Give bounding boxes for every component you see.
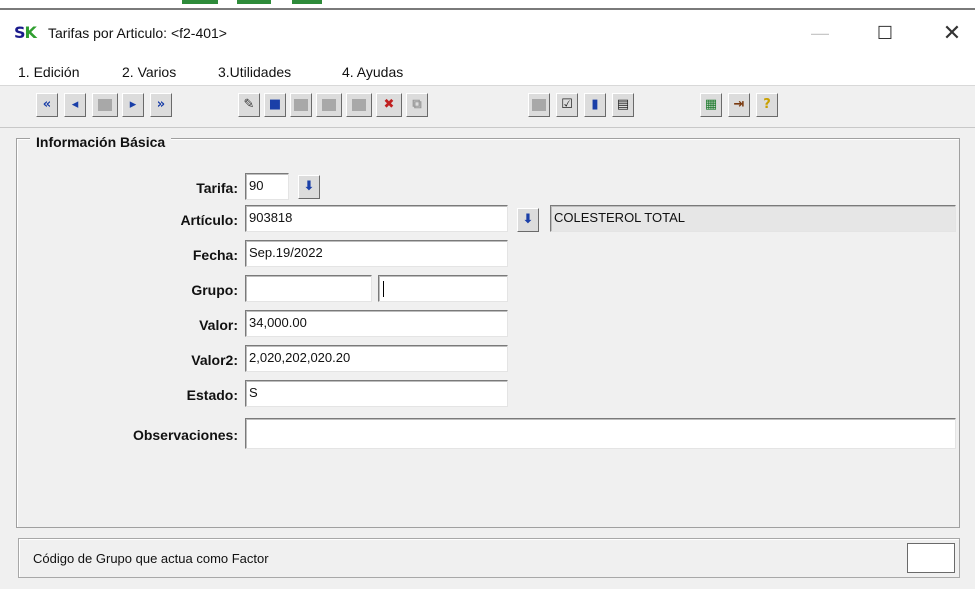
fecha-label: Fecha: bbox=[192, 247, 238, 263]
help-question-icon: ? bbox=[763, 97, 771, 112]
book-icon: ▮ bbox=[591, 97, 599, 112]
down-arrow-icon: ⬇ bbox=[522, 212, 534, 227]
toolbar: « ◂ ▸ » ✎ ■ ✖ ⧉ ☑ ▮ ▤ ▦ ⇥ ? bbox=[0, 88, 975, 128]
maximize-button[interactable]: ☐ bbox=[862, 16, 908, 50]
app-logo-icon: SK bbox=[14, 23, 37, 42]
valor-label: Valor: bbox=[199, 317, 238, 333]
status-indicator-box bbox=[907, 543, 955, 573]
form-view-icon: ▤ bbox=[616, 97, 630, 112]
valor-input[interactable]: 34,000.00 bbox=[245, 310, 508, 337]
exit-door-icon: ⇥ bbox=[733, 97, 745, 112]
copy-disabled-icon: ⧉ bbox=[412, 97, 422, 112]
help-button[interactable]: ? bbox=[756, 93, 778, 117]
estado-label: Estado: bbox=[186, 387, 238, 403]
title-bar: SK Tarifas por Articulo: <f2-401> — ☐ ✕ bbox=[0, 10, 975, 56]
edit-button[interactable]: ✎ bbox=[238, 93, 260, 117]
menu-ayudas[interactable]: 4. Ayudas bbox=[342, 64, 403, 80]
book-button[interactable]: ▮ bbox=[584, 93, 606, 117]
observaciones-input[interactable] bbox=[245, 418, 956, 449]
checkbox-report-icon: ☑ bbox=[561, 97, 573, 112]
tarifa-label: Tarifa: bbox=[196, 180, 238, 196]
host-accent-mark bbox=[182, 0, 218, 4]
exit-button[interactable]: ⇥ bbox=[728, 93, 750, 117]
save-disk-icon: ■ bbox=[268, 97, 282, 112]
host-window-edge bbox=[0, 0, 975, 10]
next-record-button[interactable]: ▸ bbox=[122, 93, 144, 117]
window-title: Tarifas por Articulo: <f2-401> bbox=[48, 25, 227, 41]
append-disabled-icon bbox=[322, 99, 336, 111]
last-record-icon: » bbox=[156, 97, 166, 112]
copy-button[interactable]: ⧉ bbox=[406, 93, 428, 117]
grupo-input[interactable] bbox=[245, 275, 372, 302]
record-disabled-icon bbox=[98, 99, 112, 111]
delete-button[interactable]: ✖ bbox=[376, 93, 402, 117]
print-disabled-icon bbox=[532, 99, 546, 111]
basic-info-legend: Información Básica bbox=[30, 134, 172, 150]
valor2-input[interactable]: 2,020,202,020.20 bbox=[245, 345, 508, 372]
insert-button[interactable] bbox=[290, 93, 312, 117]
menu-utilidades[interactable]: 3.Utilidades bbox=[218, 64, 291, 80]
grupo-label: Grupo: bbox=[191, 282, 238, 298]
estado-input[interactable]: S bbox=[245, 380, 508, 407]
menu-varios[interactable]: 2. Varios bbox=[122, 64, 176, 80]
articulo-input[interactable]: 903818 bbox=[245, 205, 508, 232]
menu-edicion[interactable]: 1. Edición bbox=[18, 64, 79, 80]
edit-pen-icon: ✎ bbox=[243, 97, 255, 112]
text-caret bbox=[383, 280, 384, 297]
print-button[interactable] bbox=[528, 93, 550, 117]
insert-disabled-icon bbox=[294, 99, 308, 111]
fecha-input[interactable]: Sep.19/2022 bbox=[245, 240, 508, 267]
blank-button[interactable] bbox=[346, 93, 372, 117]
articulo-label: Artículo: bbox=[180, 212, 238, 228]
calculator-button[interactable]: ▦ bbox=[700, 93, 722, 117]
host-accent-mark bbox=[292, 0, 322, 4]
append-button[interactable] bbox=[316, 93, 342, 117]
record-position-button[interactable] bbox=[92, 93, 118, 117]
status-bar: Código de Grupo que actua como Factor bbox=[18, 538, 960, 578]
minimize-button[interactable]: — bbox=[797, 16, 843, 50]
first-record-button[interactable]: « bbox=[36, 93, 58, 117]
down-arrow-icon: ⬇ bbox=[303, 179, 315, 194]
tarifa-lookup-button[interactable]: ⬇ bbox=[298, 175, 320, 199]
articulo-lookup-button[interactable]: ⬇ bbox=[517, 208, 539, 232]
previous-record-button[interactable]: ◂ bbox=[64, 93, 86, 117]
tarifa-input[interactable]: 90 bbox=[245, 173, 289, 200]
host-accent-mark bbox=[237, 0, 271, 4]
delete-record-icon: ✖ bbox=[383, 97, 395, 112]
form-view-button[interactable]: ▤ bbox=[612, 93, 634, 117]
blank-disabled-icon bbox=[352, 99, 366, 111]
observaciones-label: Observaciones: bbox=[132, 427, 238, 443]
articulo-description: COLESTEROL TOTAL bbox=[550, 205, 956, 232]
next-record-icon: ▸ bbox=[129, 97, 137, 112]
last-record-button[interactable]: » bbox=[150, 93, 172, 117]
first-record-icon: « bbox=[42, 97, 52, 112]
valor2-label: Valor2: bbox=[191, 352, 238, 368]
grupo-description-input[interactable] bbox=[378, 275, 508, 302]
report-button[interactable]: ☑ bbox=[556, 93, 578, 117]
calculator-icon: ▦ bbox=[704, 97, 718, 112]
menu-bar: 1. Edición 2. Varios 3.Utilidades 4. Ayu… bbox=[0, 56, 975, 86]
close-button[interactable]: ✕ bbox=[929, 16, 975, 50]
previous-record-icon: ◂ bbox=[71, 97, 79, 112]
status-text: Código de Grupo que actua como Factor bbox=[33, 551, 269, 566]
save-button[interactable]: ■ bbox=[264, 93, 286, 117]
